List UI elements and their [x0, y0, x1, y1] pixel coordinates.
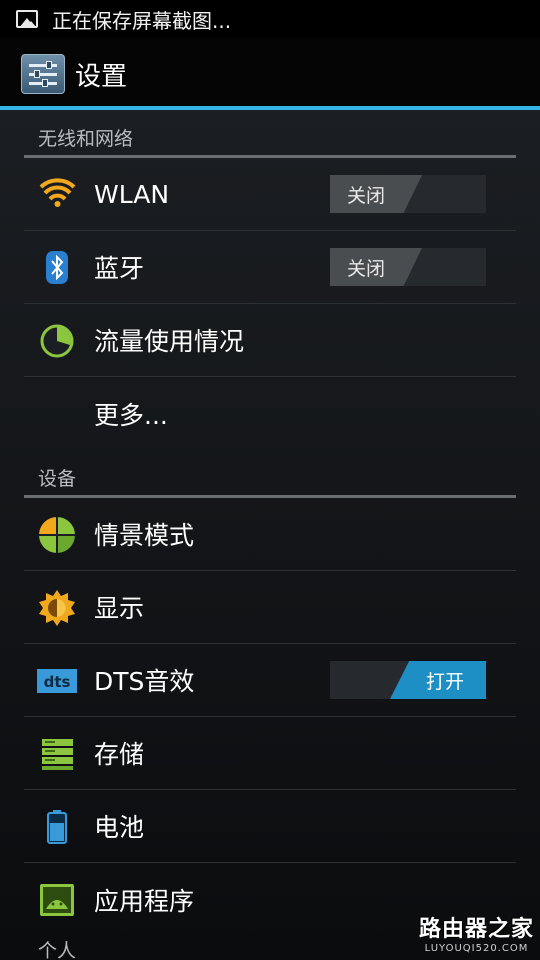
section-header-device: 设备: [24, 450, 516, 498]
profiles-icon: [24, 498, 94, 571]
wifi-icon: [24, 158, 94, 231]
settings-item-label: DTS音效: [94, 667, 195, 696]
settings-list[interactable]: 无线和网络 WLAN 关闭 蓝牙 关闭 流量使用情况 更多... 设备 情景模式…: [0, 110, 540, 960]
image-icon: [16, 10, 38, 28]
data-usage-icon: [24, 304, 94, 377]
storage-icon: [24, 717, 94, 790]
settings-item-more[interactable]: 更多...: [24, 377, 516, 450]
section-header-wireless: 无线和网络: [24, 110, 516, 158]
settings-item-bluetooth[interactable]: 蓝牙 关闭: [24, 231, 516, 304]
status-bar: 正在保存屏幕截图...: [0, 0, 540, 38]
dts-toggle[interactable]: 打开: [330, 661, 486, 699]
apps-icon: [24, 863, 94, 936]
settings-item-display[interactable]: 显示: [24, 571, 516, 644]
settings-item-label: WLAN: [94, 179, 170, 209]
toggle-off-label: 关闭: [330, 175, 422, 213]
settings-item-storage[interactable]: 存储: [24, 717, 516, 790]
status-notification-text: 正在保存屏幕截图...: [52, 8, 232, 33]
bluetooth-toggle[interactable]: 关闭: [330, 248, 486, 286]
settings-item-label: 电池: [94, 813, 145, 842]
settings-item-label: 流量使用情况: [94, 327, 245, 356]
settings-item-label: 蓝牙: [94, 254, 145, 283]
dts-icon: dts: [24, 644, 94, 717]
wlan-toggle[interactable]: 关闭: [330, 175, 486, 213]
battery-icon: [24, 790, 94, 863]
toggle-on-label: 打开: [390, 661, 486, 699]
settings-item-dts[interactable]: dts DTS音效 打开: [24, 644, 516, 717]
watermark-logo: 路由器之家 LUYOUQI520.COM: [419, 911, 534, 954]
bluetooth-icon: [24, 231, 94, 304]
settings-sliders-icon[interactable]: [21, 54, 65, 94]
brightness-icon: [24, 571, 94, 644]
watermark-title: 路由器之家: [418, 917, 534, 942]
settings-item-data-usage[interactable]: 流量使用情况: [24, 304, 516, 377]
settings-item-label: 更多...: [94, 400, 168, 430]
settings-item-wlan[interactable]: WLAN 关闭: [24, 158, 516, 231]
svg-text:dts: dts: [44, 673, 71, 691]
action-bar: 设置: [0, 38, 540, 110]
settings-item-label: 存储: [94, 740, 145, 769]
settings-item-label: 显示: [94, 594, 145, 623]
settings-item-profiles[interactable]: 情景模式: [24, 498, 516, 571]
page-title: 设置: [75, 61, 128, 92]
settings-item-battery[interactable]: 电池: [24, 790, 516, 863]
toggle-off-label: 关闭: [330, 248, 422, 286]
settings-item-label: 情景模式: [94, 521, 195, 550]
settings-item-label: 应用程序: [94, 886, 195, 916]
watermark-url: LUYOUQI520.COM: [424, 943, 529, 954]
